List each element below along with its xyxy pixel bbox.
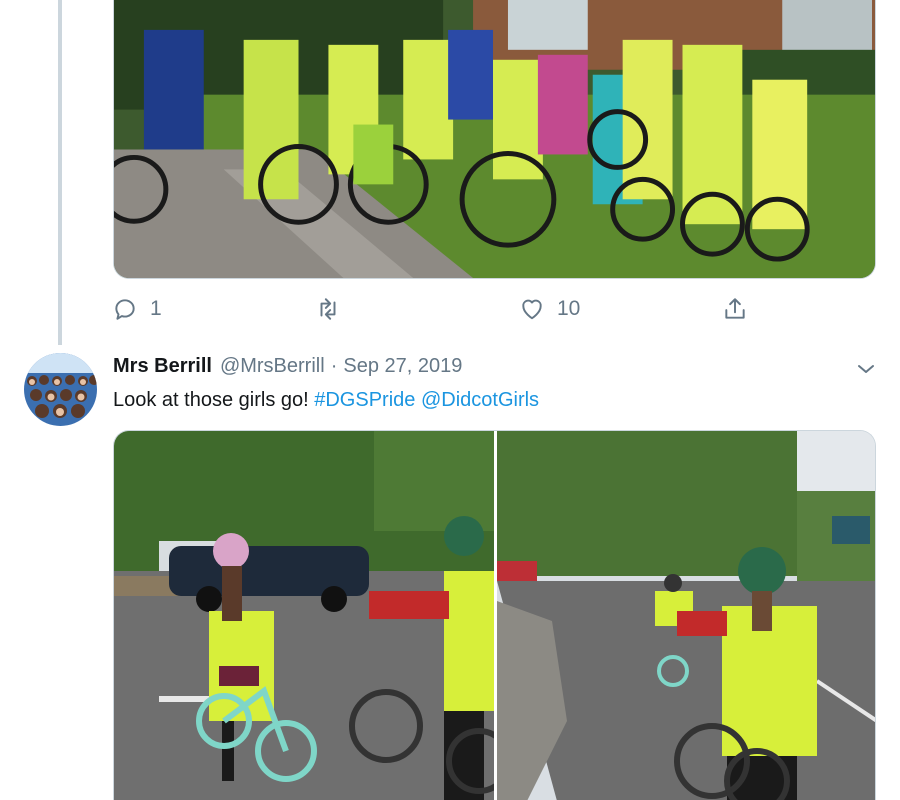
- like-button[interactable]: 10: [519, 292, 580, 326]
- like-icon: [522, 299, 542, 320]
- user-handle[interactable]: @MrsBerrill: [220, 355, 325, 378]
- tweet-header: Mrs Berrill @MrsBerrill · Sep 27, 2019: [113, 355, 462, 383]
- tweet-photo-right[interactable]: [497, 431, 875, 800]
- reply-button[interactable]: 1: [112, 292, 162, 326]
- mention-link[interactable]: @DidcotGirls: [421, 389, 539, 411]
- header-separator: ·: [330, 355, 338, 377]
- tweet-photo-group-cyclists[interactable]: [113, 0, 876, 279]
- hashtag-link[interactable]: #DGSPride: [314, 389, 415, 411]
- tweet-text-body: Look at those girls go!: [113, 389, 315, 411]
- tweet-text: Look at those girls go! #DGSPride @Didco…: [113, 389, 539, 412]
- reply-count: 1: [150, 297, 162, 320]
- reply-icon: [115, 299, 135, 320]
- retweet-icon: [320, 298, 336, 320]
- thread-connector-line: [58, 0, 62, 345]
- display-name[interactable]: Mrs Berrill: [113, 355, 212, 378]
- chevron-down-icon[interactable]: [856, 361, 876, 377]
- share-button[interactable]: [722, 292, 748, 326]
- avatar[interactable]: [24, 353, 97, 426]
- tweet-photo-left[interactable]: [114, 431, 494, 800]
- tweet-media-grid: [113, 430, 876, 800]
- retweet-button[interactable]: [315, 292, 353, 326]
- like-count: 10: [557, 297, 581, 320]
- share-icon: [725, 298, 745, 319]
- tweet-actions-bar: 1 10: [112, 292, 752, 326]
- tweet-date[interactable]: Sep 27, 2019: [343, 355, 462, 378]
